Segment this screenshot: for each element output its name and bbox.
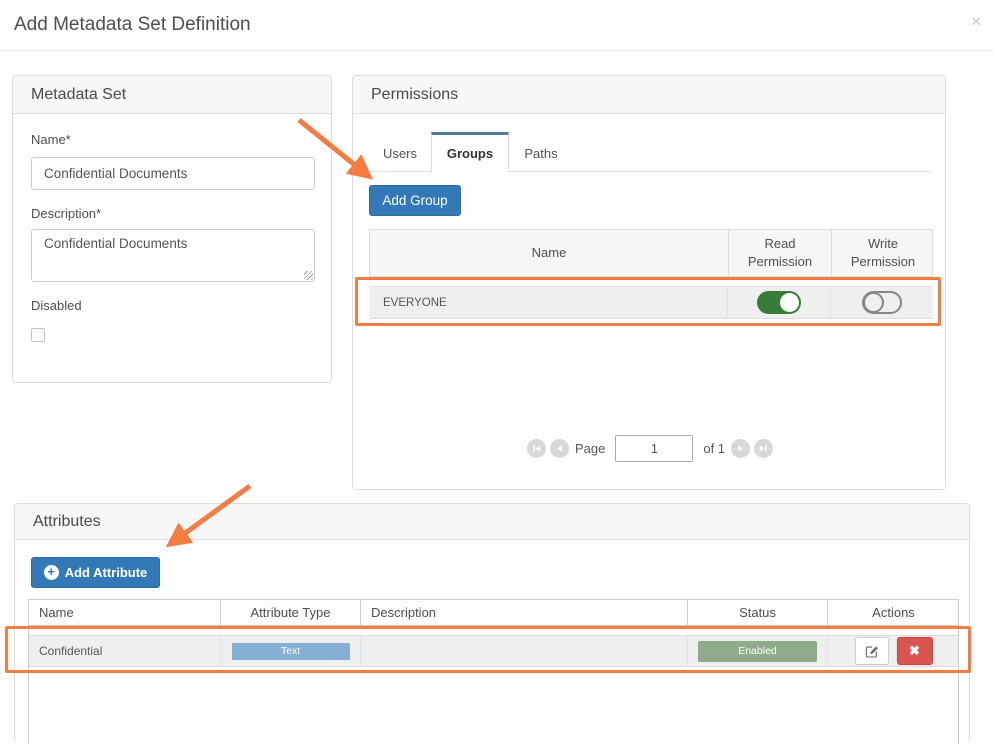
edit-button[interactable] xyxy=(855,637,889,665)
attribute-description-cell xyxy=(360,636,687,666)
page-of-label: of 1 xyxy=(701,441,727,456)
attributes-panel: Attributes + Add Attribute Name Attribut… xyxy=(14,503,970,743)
next-page-button[interactable] xyxy=(731,439,750,458)
status-badge: Enabled xyxy=(698,641,817,662)
disabled-checkbox[interactable] xyxy=(31,328,45,342)
table-row: Confidential Text Enabled ✖ xyxy=(29,635,958,667)
column-header-status: Status xyxy=(687,600,827,625)
tab-users[interactable]: Users xyxy=(369,132,431,171)
name-input[interactable] xyxy=(31,157,315,190)
last-page-button[interactable] xyxy=(754,439,773,458)
column-header-read-permission: Read Permission xyxy=(728,230,831,276)
first-page-button[interactable] xyxy=(527,439,546,458)
page-number-input[interactable] xyxy=(615,435,693,462)
description-textarea[interactable]: Confidential Documents xyxy=(31,229,315,282)
toggle-knob xyxy=(863,292,884,313)
attribute-type-badge: Text xyxy=(232,643,350,660)
column-header-name: Name xyxy=(370,230,728,276)
read-permission-toggle[interactable] xyxy=(757,291,801,314)
metadata-set-panel: Metadata Set Name* Description* Confiden… xyxy=(12,75,332,383)
delete-button[interactable]: ✖ xyxy=(897,637,933,665)
column-header-name: Name xyxy=(29,600,220,625)
permissions-panel-title: Permissions xyxy=(353,76,945,114)
textarea-resize-grip[interactable] xyxy=(304,271,313,280)
modal-header: Add Metadata Set Definition × xyxy=(0,0,993,51)
attribute-name-cell: Confidential xyxy=(29,636,220,666)
tab-groups[interactable]: Groups xyxy=(431,132,509,172)
previous-page-button[interactable] xyxy=(550,439,569,458)
column-header-description: Description xyxy=(360,600,687,625)
attributes-panel-title: Attributes xyxy=(15,504,969,540)
add-attribute-label: Add Attribute xyxy=(65,565,148,580)
toggle-knob xyxy=(780,293,799,312)
attributes-table: Name Attribute Type Description Status A… xyxy=(28,599,959,744)
group-name-cell: EVERYONE xyxy=(369,287,727,318)
column-header-write-permission: Write Permission xyxy=(831,230,934,276)
groups-table: Name Read Permission Write Permission EV… xyxy=(369,229,933,319)
close-icon[interactable]: × xyxy=(971,13,981,30)
page-label: Page xyxy=(573,441,607,456)
name-label: Name* xyxy=(31,132,71,147)
plus-icon: + xyxy=(44,565,59,580)
add-group-button[interactable]: Add Group xyxy=(369,185,461,216)
groups-table-header: Name Read Permission Write Permission xyxy=(369,229,933,277)
tab-paths[interactable]: Paths xyxy=(509,132,573,171)
column-header-attribute-type: Attribute Type xyxy=(220,600,360,625)
description-label: Description* xyxy=(31,206,101,221)
attributes-table-header: Name Attribute Type Description Status A… xyxy=(29,599,958,626)
edit-icon xyxy=(865,644,879,658)
modal-title: Add Metadata Set Definition xyxy=(14,14,251,36)
add-attribute-button[interactable]: + Add Attribute xyxy=(31,557,160,588)
metadata-set-panel-title: Metadata Set xyxy=(13,76,331,114)
disabled-label: Disabled xyxy=(31,298,82,313)
permissions-tab-bar: Users Groups Paths xyxy=(369,132,931,172)
column-header-actions: Actions xyxy=(827,600,959,625)
write-permission-toggle[interactable] xyxy=(862,291,902,314)
permissions-panel: Permissions Users Groups Paths Add Group… xyxy=(352,75,946,490)
table-row: EVERYONE xyxy=(369,286,933,319)
pagination: Page of 1 xyxy=(353,434,947,462)
